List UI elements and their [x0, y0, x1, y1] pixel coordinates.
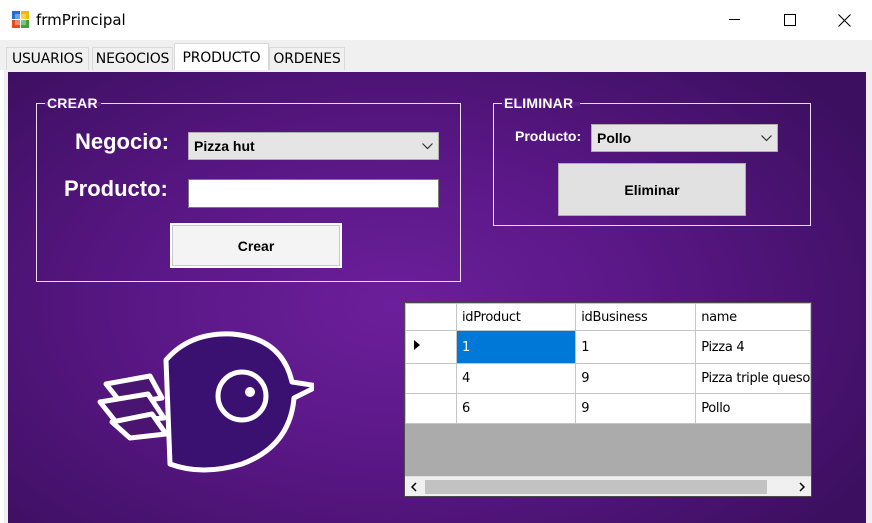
- column-header-idproduct[interactable]: idProduct: [455, 303, 577, 331]
- negocio-label: Negocio:: [75, 129, 170, 154]
- maximize-icon: [783, 14, 796, 26]
- eliminar-producto-combobox-value: Pollo: [597, 130, 632, 146]
- table-row[interactable]: 1 1 Pizza 4: [405, 330, 811, 364]
- table-cell[interactable]: 9: [575, 363, 697, 394]
- maximize-button[interactable]: [762, 0, 817, 40]
- horizontal-scrollbar[interactable]: [405, 476, 811, 496]
- table-cell[interactable]: 6: [455, 393, 577, 424]
- eliminar-legend: ELIMINAR: [504, 95, 574, 111]
- table-cell[interactable]: Pollo: [695, 393, 811, 424]
- scrollbar-thumb[interactable]: [425, 480, 767, 494]
- row-header[interactable]: [405, 393, 457, 424]
- table-cell[interactable]: Pizza triple queso: [695, 363, 811, 394]
- tab-producto[interactable]: PRODUCTO: [174, 43, 269, 71]
- close-button[interactable]: [817, 0, 872, 40]
- bird-logo-icon: [92, 326, 321, 474]
- table-cell[interactable]: 1: [575, 330, 697, 364]
- column-header-idbusiness[interactable]: idBusiness: [575, 303, 697, 331]
- table-cell[interactable]: 4: [455, 363, 577, 394]
- tab-negocios[interactable]: NEGOCIOS: [92, 47, 173, 70]
- eliminar-button[interactable]: Eliminar: [558, 163, 746, 216]
- grid-corner[interactable]: [405, 303, 457, 331]
- app-icon: [12, 11, 29, 28]
- producto-label: Producto:: [64, 176, 168, 201]
- table-cell[interactable]: 9: [575, 393, 697, 424]
- table-cell[interactable]: Pizza 4: [695, 330, 811, 364]
- row-header[interactable]: [405, 363, 457, 394]
- eliminar-producto-label: Producto:: [515, 128, 582, 144]
- chevron-down-icon[interactable]: [416, 133, 438, 159]
- chevron-right-icon[interactable]: [793, 477, 811, 496]
- row-header[interactable]: [405, 330, 457, 364]
- window-title: frmPrincipal: [36, 11, 126, 29]
- current-row-arrow-icon: [414, 340, 420, 350]
- close-icon: [838, 13, 851, 27]
- crear-button[interactable]: Crear: [170, 223, 342, 268]
- tab-usuarios[interactable]: USUARIOS: [6, 47, 89, 70]
- negocio-combobox-value: Pizza hut: [194, 138, 255, 154]
- table-cell[interactable]: 1: [455, 330, 577, 364]
- producto-panel: CREAR Negocio: Pizza hut Producto: Crear…: [8, 72, 866, 523]
- minimize-icon: [729, 19, 740, 20]
- eliminar-producto-combobox[interactable]: Pollo: [591, 124, 778, 152]
- tab-ordenes[interactable]: ORDENES: [269, 47, 345, 70]
- producto-textbox[interactable]: [188, 179, 439, 208]
- crear-legend: CREAR: [47, 95, 98, 111]
- table-row[interactable]: 6 9 Pollo: [405, 393, 811, 424]
- table-row[interactable]: 4 9 Pizza triple queso: [405, 363, 811, 394]
- products-datagrid[interactable]: idProduct idBusiness name 1 1 Pizza 4 4: [404, 302, 812, 497]
- chevron-down-icon[interactable]: [755, 125, 777, 151]
- title-bar: frmPrincipal: [0, 0, 872, 40]
- negocio-combobox[interactable]: Pizza hut: [188, 132, 439, 160]
- chevron-left-icon[interactable]: [405, 477, 423, 496]
- column-header-name[interactable]: name: [695, 303, 811, 331]
- minimize-button[interactable]: [707, 0, 762, 40]
